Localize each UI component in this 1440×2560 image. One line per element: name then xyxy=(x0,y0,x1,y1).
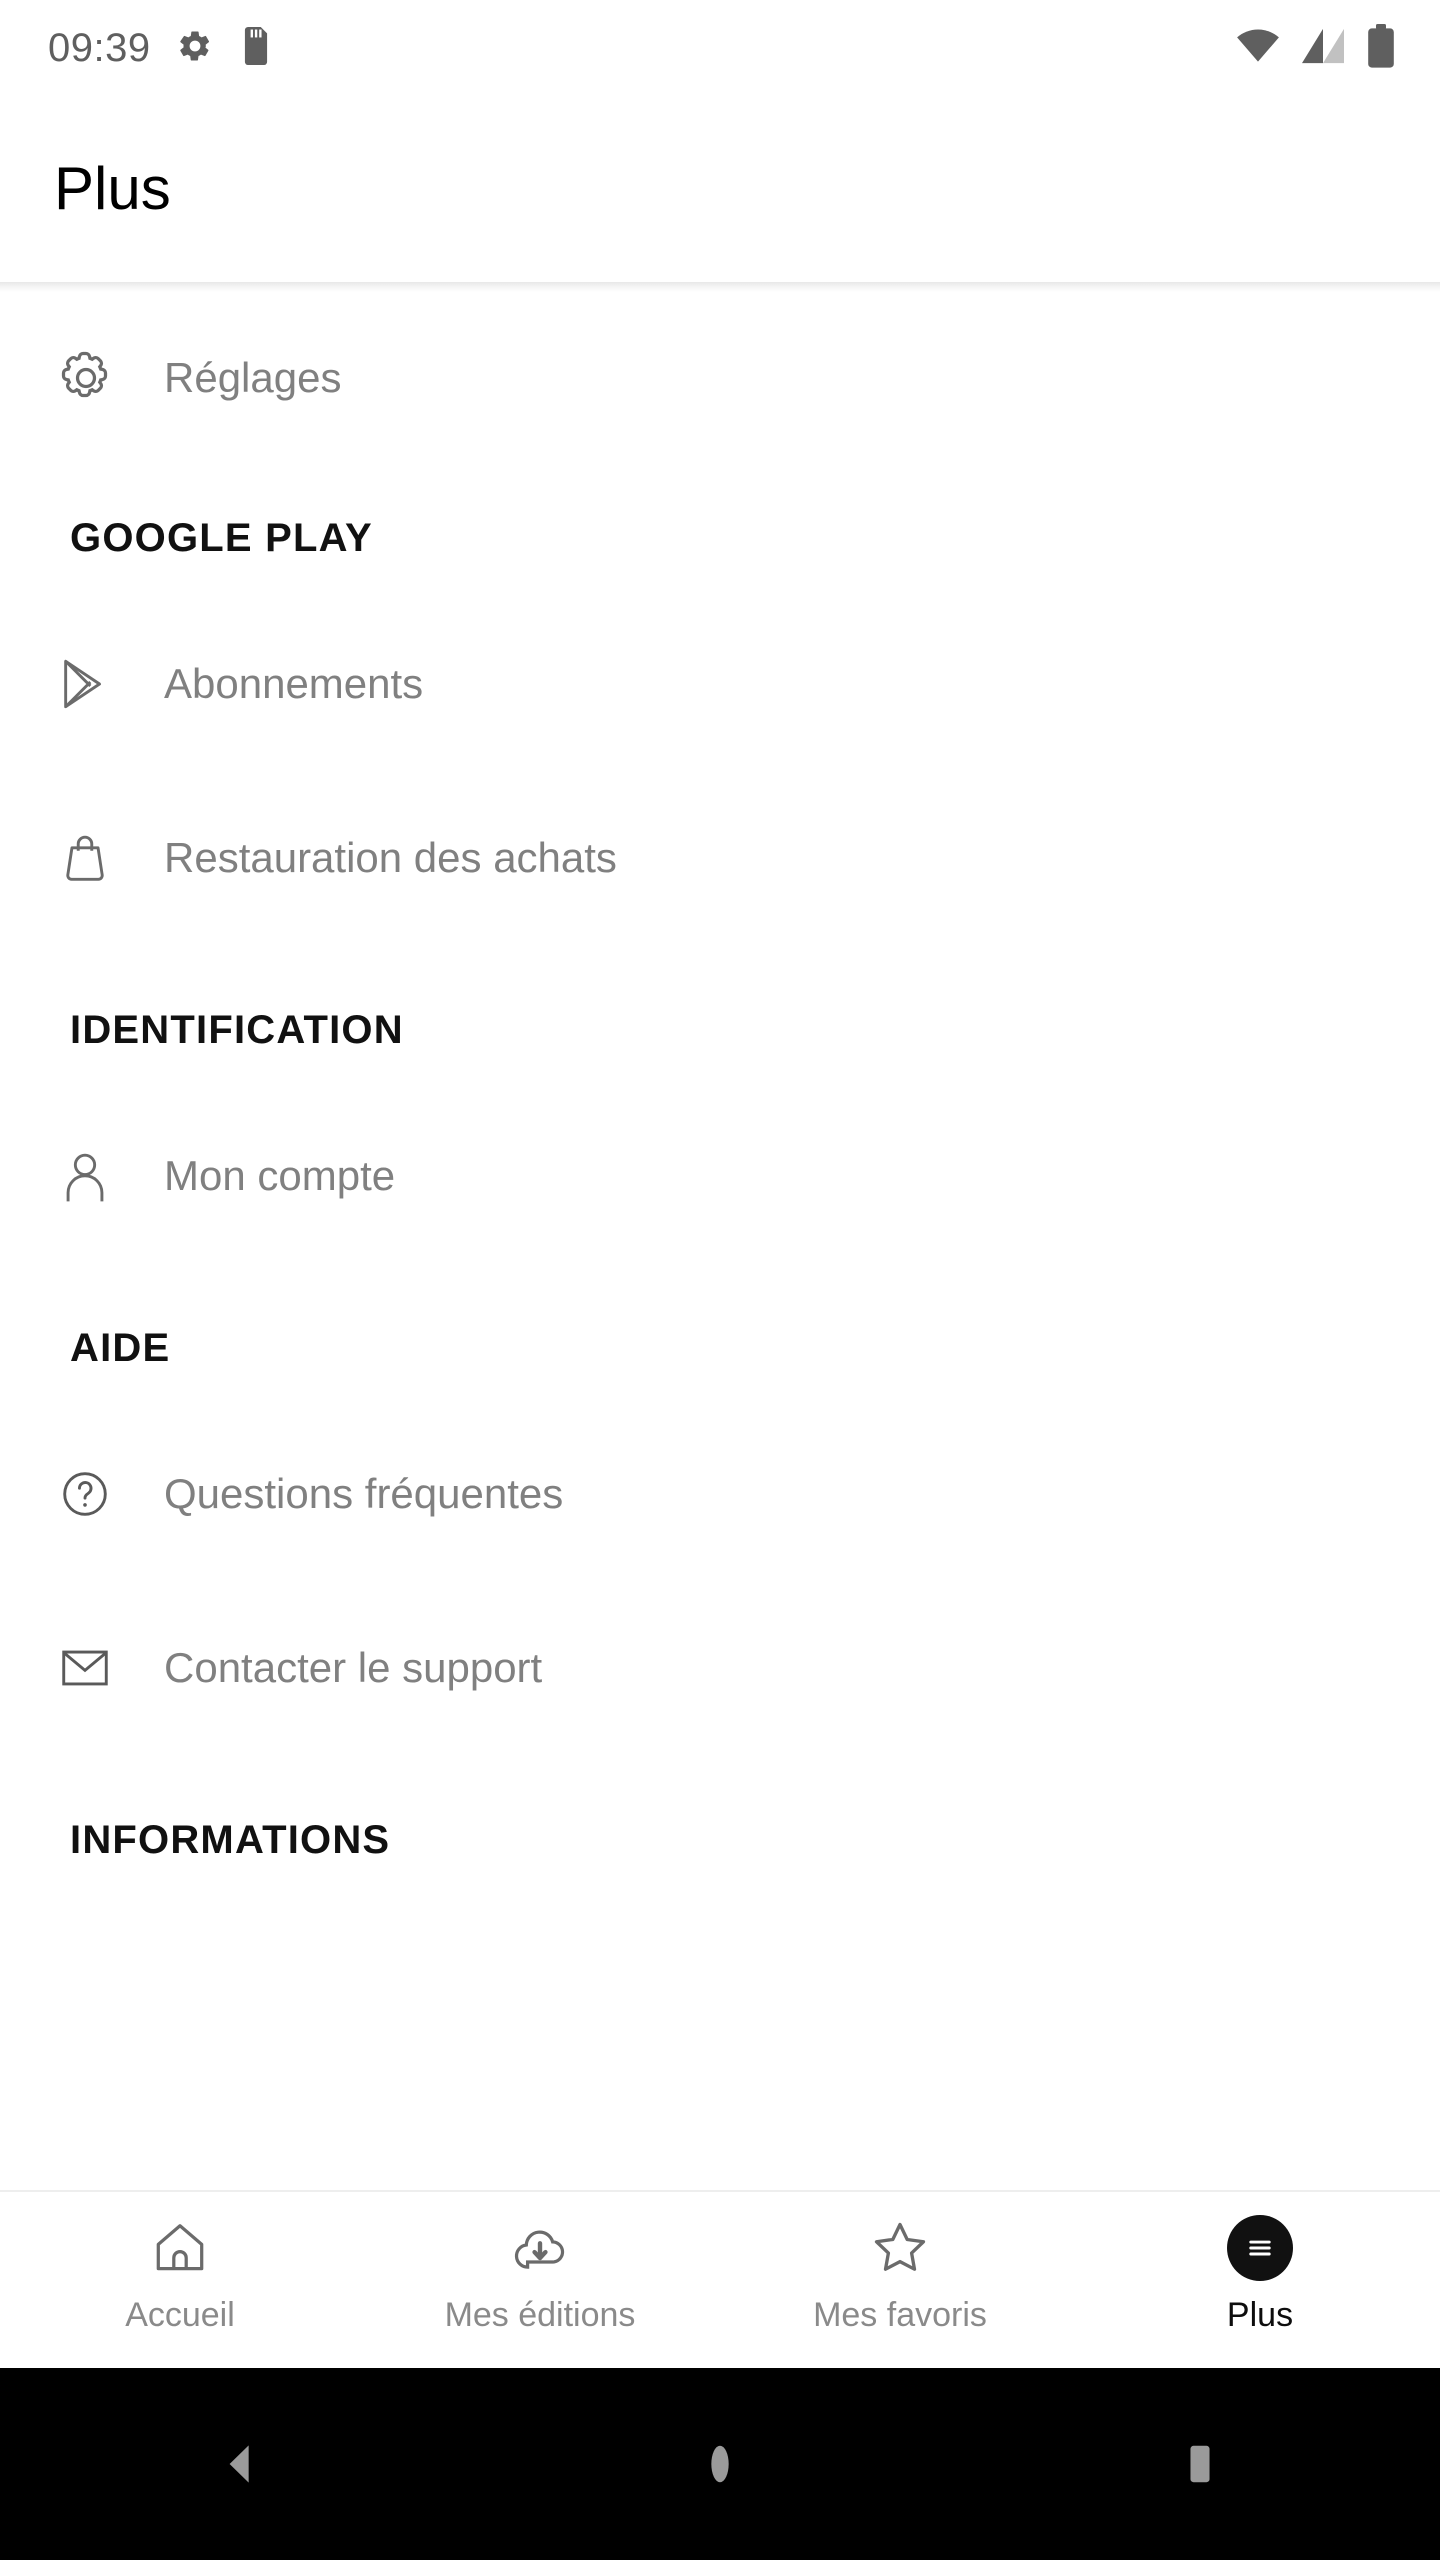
page-title: Plus xyxy=(54,155,171,222)
menu-item-restauration-des-achats[interactable]: Restauration des achats xyxy=(0,794,1440,922)
settings-list[interactable]: Réglages GOOGLE PLAY Abonnements Restaur… xyxy=(0,292,1440,2190)
phone-screen: 09:39 Plus Réglages GOOGLE PLAY Abonneme… xyxy=(0,0,1440,2560)
menu-item-label: Abonnements xyxy=(164,660,424,707)
menu-item-label: Mon compte xyxy=(164,1152,396,1199)
menu-item-reglages[interactable]: Réglages xyxy=(0,314,1440,442)
tab-mes-editions[interactable]: Mes éditions xyxy=(360,2192,720,2332)
menu-item-label: Contacter le support xyxy=(164,1644,543,1691)
android-system-navigation xyxy=(0,2368,1440,2560)
header-divider xyxy=(0,282,1440,292)
menu-item-questions-frequentes[interactable]: Questions fréquentes xyxy=(0,1430,1440,1558)
menu-item-label: Questions fréquentes xyxy=(164,1470,564,1517)
tab-label: Mes éditions xyxy=(444,2296,636,2334)
hamburger-menu-icon xyxy=(1227,2214,1293,2282)
menu-item-abonnements[interactable]: Abonnements xyxy=(0,620,1440,748)
sd-card-icon xyxy=(239,26,273,70)
app-header: Plus xyxy=(0,96,1440,282)
recents-button[interactable] xyxy=(1120,2416,1280,2512)
help-circle-icon xyxy=(56,1465,140,1523)
menu-item-contacter-le-support[interactable]: Contacter le support xyxy=(0,1604,1440,1732)
star-icon xyxy=(868,2214,932,2282)
section-header-aide: AIDE xyxy=(70,1326,171,1370)
bottom-navigation: Accueil Mes éditions Mes favoris Plus xyxy=(0,2190,1440,2368)
status-bar-clock: 09:39 xyxy=(48,26,151,70)
menu-item-label: Réglages xyxy=(164,354,342,401)
status-bar: 09:39 xyxy=(0,0,1440,96)
home-icon xyxy=(149,2214,211,2282)
menu-item-mon-compte[interactable]: Mon compte xyxy=(0,1112,1440,1240)
tab-plus[interactable]: Plus xyxy=(1080,2192,1440,2332)
cellular-signal-icon xyxy=(1302,28,1344,69)
status-bar-right xyxy=(1236,23,1440,73)
wifi-icon xyxy=(1236,29,1280,68)
home-button[interactable] xyxy=(640,2416,800,2512)
cloud-download-icon xyxy=(509,2214,571,2282)
tab-label: Mes favoris xyxy=(813,2296,987,2334)
section-header-google-play: GOOGLE PLAY xyxy=(70,516,373,560)
tab-mes-favoris[interactable]: Mes favoris xyxy=(720,2192,1080,2332)
section-header-identification: IDENTIFICATION xyxy=(70,1008,404,1052)
gear-icon xyxy=(56,348,140,408)
envelope-icon xyxy=(56,1639,140,1697)
tab-label: Plus xyxy=(1226,2296,1294,2334)
tab-active-badge xyxy=(1227,2215,1293,2281)
shopping-bag-icon xyxy=(56,829,140,887)
settings-gear-icon xyxy=(177,28,213,69)
tab-accueil[interactable]: Accueil xyxy=(0,2192,360,2332)
status-bar-left: 09:39 xyxy=(0,26,273,70)
tab-label: Accueil xyxy=(125,2296,235,2334)
battery-full-icon xyxy=(1366,23,1396,73)
section-header-informations: INFORMATIONS xyxy=(70,1818,391,1862)
person-icon xyxy=(56,1147,140,1205)
back-button[interactable] xyxy=(160,2416,320,2512)
google-play-icon xyxy=(56,655,140,713)
menu-item-label: Restauration des achats xyxy=(164,834,617,881)
